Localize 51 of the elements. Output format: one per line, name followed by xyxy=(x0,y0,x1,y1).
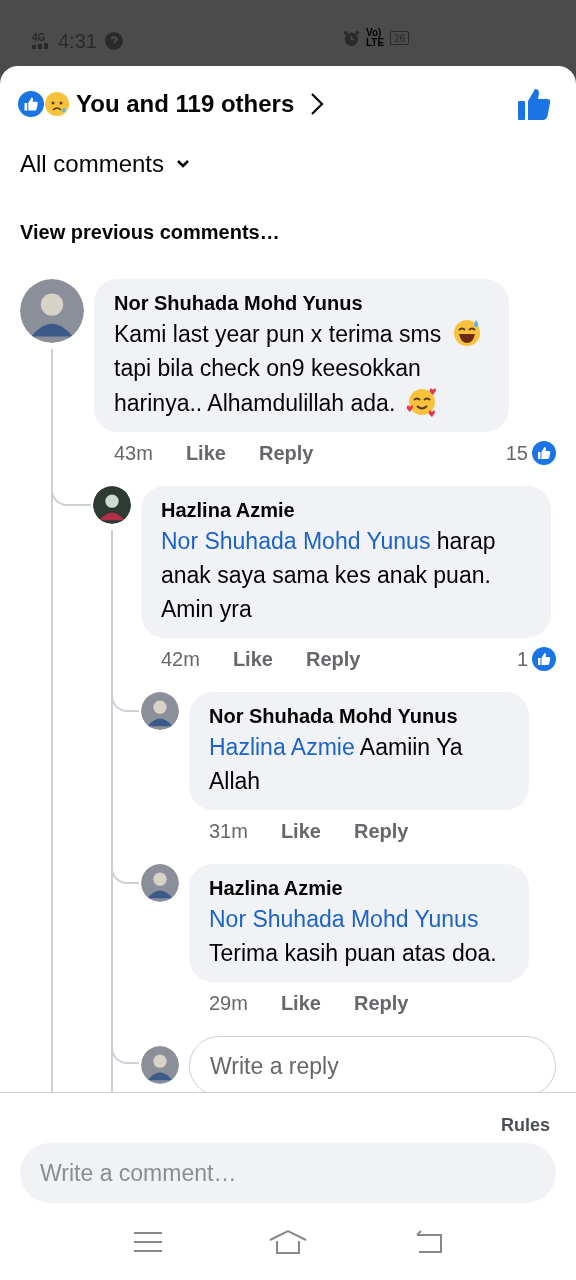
comment-text: Hazlina Azmie Aamiin Ya Allah xyxy=(209,733,464,796)
status-icon xyxy=(104,32,123,50)
reply-link[interactable]: Reply xyxy=(305,644,361,674)
commenter-name[interactable]: Hazlina Azmie xyxy=(209,874,509,902)
grinning-sweat-emoji-icon xyxy=(451,317,482,347)
avatar[interactable] xyxy=(141,864,179,902)
comment-text: Kami last year pun x terima sms tapi bila check on9 keesokkan harinya.. Alhamdulillah ada. xyxy=(114,317,489,420)
reactions-summary[interactable]: You and 119 others xyxy=(76,86,295,122)
reply-link[interactable]: Reply xyxy=(258,438,314,468)
lte-label: LTE xyxy=(366,38,385,48)
thumbs-up-icon[interactable] xyxy=(518,88,552,120)
avatar[interactable] xyxy=(20,279,84,343)
like-icon xyxy=(532,647,556,671)
comment-text: Nor Shuhada Mohd Yunus harap anak saya sama kes anak puan. Amin yra xyxy=(161,527,497,624)
like-count: 1 xyxy=(516,647,528,672)
commenter-name[interactable]: Nor Shuhada Mohd Yunus xyxy=(114,289,489,317)
commenter-name[interactable]: Nor Shuhada Mohd Yunus xyxy=(209,702,509,730)
mention-link[interactable]: Hazlina Azmie xyxy=(209,734,355,760)
sad-emoji-icon xyxy=(44,91,70,117)
comment-time: 29m xyxy=(209,991,248,1016)
home-icon[interactable] xyxy=(269,1228,307,1255)
commenter-name[interactable]: Hazlina Azmie xyxy=(161,496,531,524)
like-link[interactable]: Like xyxy=(280,816,321,846)
avatar[interactable] xyxy=(141,1046,179,1084)
smiling-hearts-emoji-icon xyxy=(405,385,438,417)
avatar[interactable] xyxy=(141,692,179,730)
reply-link[interactable]: Reply xyxy=(353,988,409,1018)
like-link[interactable]: Like xyxy=(185,438,226,468)
like-count: 15 xyxy=(505,441,528,466)
comment-time: 43m xyxy=(114,441,153,466)
reply-link[interactable]: Reply xyxy=(353,816,409,846)
comment-text: Nor Shuhada Mohd Yunus Terima kasih puan atas doa. xyxy=(209,905,498,968)
volte-label: Vo) xyxy=(366,28,382,38)
avatar[interactable] xyxy=(93,486,131,524)
view-previous-link[interactable]: View previous comments… xyxy=(20,221,280,243)
like-link[interactable]: Like xyxy=(280,988,321,1018)
comment-field[interactable]: Write a comment… xyxy=(20,1143,556,1203)
comment-time: 31m xyxy=(209,819,248,844)
chevron-down-icon[interactable] xyxy=(176,159,191,169)
mention-link[interactable]: Nor Shuhada Mohd Yunus xyxy=(161,528,431,554)
like-icon xyxy=(532,441,556,465)
comment-filter[interactable]: All comments xyxy=(20,146,165,182)
chevron-right-icon[interactable] xyxy=(310,92,325,116)
alarm-icon xyxy=(343,29,360,47)
menu-icon[interactable] xyxy=(133,1230,163,1253)
rules-link[interactable]: Rules xyxy=(500,1107,550,1143)
like-link[interactable]: Like xyxy=(232,644,273,674)
like-icon xyxy=(18,91,44,117)
signal-icon xyxy=(32,43,50,49)
mention-link[interactable]: Nor Shuhada Mohd Yunus xyxy=(209,906,479,932)
comment-time: 42m xyxy=(161,647,200,672)
